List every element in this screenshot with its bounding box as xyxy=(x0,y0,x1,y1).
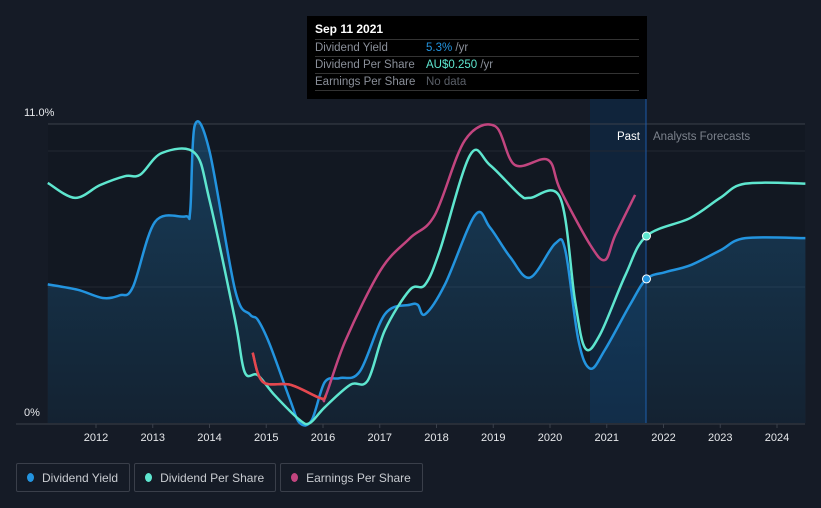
legend-label: Dividend Per Share xyxy=(160,470,265,485)
tooltip-label: Dividend Yield xyxy=(315,42,388,54)
tooltip-row: Earnings Per Share No data xyxy=(315,74,639,91)
legend: Dividend Yield Dividend Per Share Earnin… xyxy=(16,463,423,492)
tooltip-unit: /yr xyxy=(455,42,469,54)
tooltip-row: Dividend Yield 5.3% /yr xyxy=(315,40,639,57)
dot-icon xyxy=(145,473,153,482)
x-tick-label: 2014 xyxy=(197,432,221,444)
legend-label: Earnings Per Share xyxy=(306,470,411,485)
tooltip-label: Dividend Per Share xyxy=(315,59,415,71)
x-tick-label: 2017 xyxy=(368,432,392,444)
x-tick-label: 2021 xyxy=(595,432,619,444)
tooltip: Sep 11 2021 Dividend Yield 5.3% /yr Divid… xyxy=(307,16,647,99)
tooltip-label: Earnings Per Share xyxy=(315,76,416,88)
x-tick-label: 2018 xyxy=(424,432,448,444)
legend-dividend-yield[interactable]: Dividend Yield xyxy=(16,463,131,492)
past-label: Past xyxy=(617,131,641,143)
x-tick-label: 2023 xyxy=(708,432,732,444)
tooltip-unit: /yr xyxy=(480,59,494,71)
x-tick-label: 2015 xyxy=(254,432,278,444)
tooltip-date: Sep 11 2021 xyxy=(315,22,639,40)
x-tick-label: 2012 xyxy=(84,432,108,444)
x-tick-label: 2013 xyxy=(141,432,165,444)
x-tick-label: 2016 xyxy=(311,432,335,444)
dividend-per-share-hover-point xyxy=(641,231,651,241)
y-tick-zero: 0% xyxy=(24,407,40,419)
tooltip-value: AU$0.250 xyxy=(426,59,478,71)
dividend-yield-hover-point xyxy=(641,274,651,284)
dot-icon xyxy=(291,473,299,482)
legend-dividend-per-share[interactable]: Dividend Per Share xyxy=(134,463,277,492)
tooltip-value: 5.3% xyxy=(426,42,453,54)
legend-earnings-per-share[interactable]: Earnings Per Share xyxy=(280,463,423,492)
tooltip-value: No data xyxy=(426,76,467,88)
tooltip-row: Dividend Per Share AU$0.250 /yr xyxy=(315,57,639,74)
x-tick-label: 2022 xyxy=(651,432,675,444)
x-tick-label: 2020 xyxy=(538,432,562,444)
x-tick-label: 2024 xyxy=(765,432,789,444)
forecast-label: Analysts Forecasts xyxy=(653,131,750,143)
x-tick-label: 2019 xyxy=(481,432,505,444)
dot-icon xyxy=(27,473,34,482)
y-tick-max: 11.0% xyxy=(24,107,55,119)
legend-label: Dividend Yield xyxy=(42,470,119,485)
